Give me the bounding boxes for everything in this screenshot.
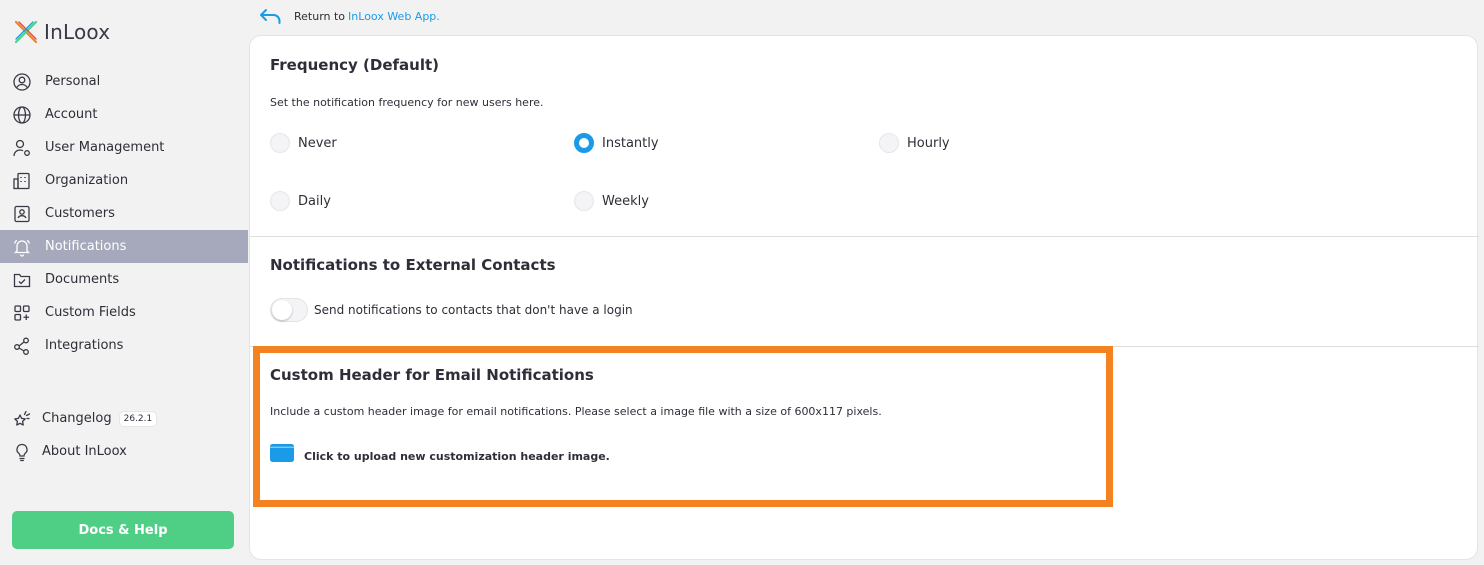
radio-never[interactable]: Never bbox=[270, 133, 337, 153]
changelog-link[interactable]: Changelog 26.2.1 bbox=[0, 402, 248, 435]
return-to-web-app: Return to InLoox Web App. bbox=[259, 7, 440, 25]
radio-circle bbox=[574, 191, 594, 211]
frequency-description: Set the notification frequency for new u… bbox=[270, 96, 544, 109]
sidebar-item-customers[interactable]: Customers bbox=[0, 197, 248, 230]
sidebar-item-label: Personal bbox=[45, 74, 101, 89]
image-window-icon bbox=[270, 444, 294, 462]
section-divider bbox=[250, 346, 1479, 347]
radio-weekly[interactable]: Weekly bbox=[574, 191, 649, 211]
return-text: Return to bbox=[294, 9, 346, 23]
sidebar-item-label: Integrations bbox=[45, 338, 124, 353]
toggle-knob bbox=[272, 300, 292, 320]
sidebar-item-label: Documents bbox=[45, 272, 120, 287]
inloox-logo-icon bbox=[14, 20, 38, 44]
radio-hourly[interactable]: Hourly bbox=[879, 133, 950, 153]
radio-circle bbox=[879, 133, 899, 153]
version-badge: 26.2.1 bbox=[119, 411, 157, 426]
notifications-settings-card: Frequency (Default) Set the notification… bbox=[249, 35, 1479, 560]
toggle-label: Send notifications to contacts that don'… bbox=[314, 303, 633, 317]
lightbulb-icon bbox=[16, 443, 28, 461]
docs-help-button[interactable]: Docs & Help bbox=[12, 511, 234, 549]
sidebar-item-user-management[interactable]: User Management bbox=[0, 131, 248, 164]
radio-label: Weekly bbox=[602, 193, 649, 209]
sparkle-star-icon bbox=[14, 410, 31, 426]
return-arrow-icon[interactable] bbox=[259, 7, 283, 25]
radio-circle-checked bbox=[574, 133, 594, 153]
radio-label: Daily bbox=[298, 193, 331, 209]
upload-header-image-button[interactable]: Click to upload new customization header… bbox=[270, 444, 610, 463]
about-label: About InLoox bbox=[42, 444, 127, 459]
custom-header-title: Custom Header for Email Notifications bbox=[270, 366, 594, 384]
external-contacts-title: Notifications to External Contacts bbox=[270, 256, 556, 274]
external-contacts-toggle-row: Send notifications to contacts that don'… bbox=[270, 298, 633, 322]
sidebar-item-label: Organization bbox=[45, 173, 129, 188]
sidebar-item-label: Notifications bbox=[45, 239, 127, 254]
building-icon bbox=[13, 172, 30, 189]
sidebar-item-personal[interactable]: Personal bbox=[0, 65, 248, 98]
radio-circle bbox=[270, 191, 290, 211]
sidebar-item-label: Custom Fields bbox=[45, 305, 136, 320]
inloox-logo[interactable]: InLoox bbox=[13, 19, 110, 45]
sidebar-item-organization[interactable]: Organization bbox=[0, 164, 248, 197]
external-contacts-toggle[interactable] bbox=[270, 298, 308, 322]
globe-icon bbox=[13, 105, 31, 124]
sidebar-item-integrations[interactable]: Integrations bbox=[0, 329, 248, 362]
section-divider bbox=[250, 236, 1479, 237]
radio-circle bbox=[270, 133, 290, 153]
radio-daily[interactable]: Daily bbox=[270, 191, 331, 211]
upload-label: Click to upload new customization header… bbox=[304, 450, 610, 463]
sidebar-nav: Personal Account User Management Organiz… bbox=[0, 65, 248, 362]
app-name: InLoox bbox=[44, 20, 111, 44]
folder-check-icon bbox=[13, 273, 31, 287]
radio-label: Hourly bbox=[907, 135, 950, 151]
about-link[interactable]: About InLoox bbox=[0, 435, 248, 468]
sidebar-item-documents[interactable]: Documents bbox=[0, 263, 248, 296]
sidebar-item-label: Account bbox=[45, 107, 98, 122]
user-settings-icon bbox=[13, 139, 30, 156]
sidebar-item-notifications[interactable]: Notifications bbox=[0, 230, 248, 263]
sidebar-item-label: Customers bbox=[45, 206, 115, 221]
frequency-title: Frequency (Default) bbox=[270, 56, 439, 74]
web-app-link[interactable]: InLoox Web App. bbox=[348, 10, 440, 23]
sidebar-item-account[interactable]: Account bbox=[0, 98, 248, 131]
sidebar-bottom-nav: Changelog 26.2.1 About InLoox bbox=[0, 402, 248, 468]
radio-label: Never bbox=[298, 135, 337, 151]
custom-header-description: Include a custom header image for email … bbox=[270, 405, 882, 418]
sidebar: InLoox Personal Account User Management … bbox=[0, 0, 248, 565]
radio-label: Instantly bbox=[602, 135, 659, 151]
contact-card-icon bbox=[14, 205, 30, 222]
bell-icon bbox=[13, 239, 31, 257]
changelog-label: Changelog bbox=[42, 411, 112, 426]
user-circle-icon bbox=[13, 72, 31, 91]
sidebar-item-custom-fields[interactable]: Custom Fields bbox=[0, 296, 248, 329]
sidebar-item-label: User Management bbox=[45, 140, 165, 155]
radio-instantly[interactable]: Instantly bbox=[574, 133, 659, 153]
grid-add-icon bbox=[14, 304, 30, 321]
share-nodes-icon bbox=[14, 337, 29, 355]
